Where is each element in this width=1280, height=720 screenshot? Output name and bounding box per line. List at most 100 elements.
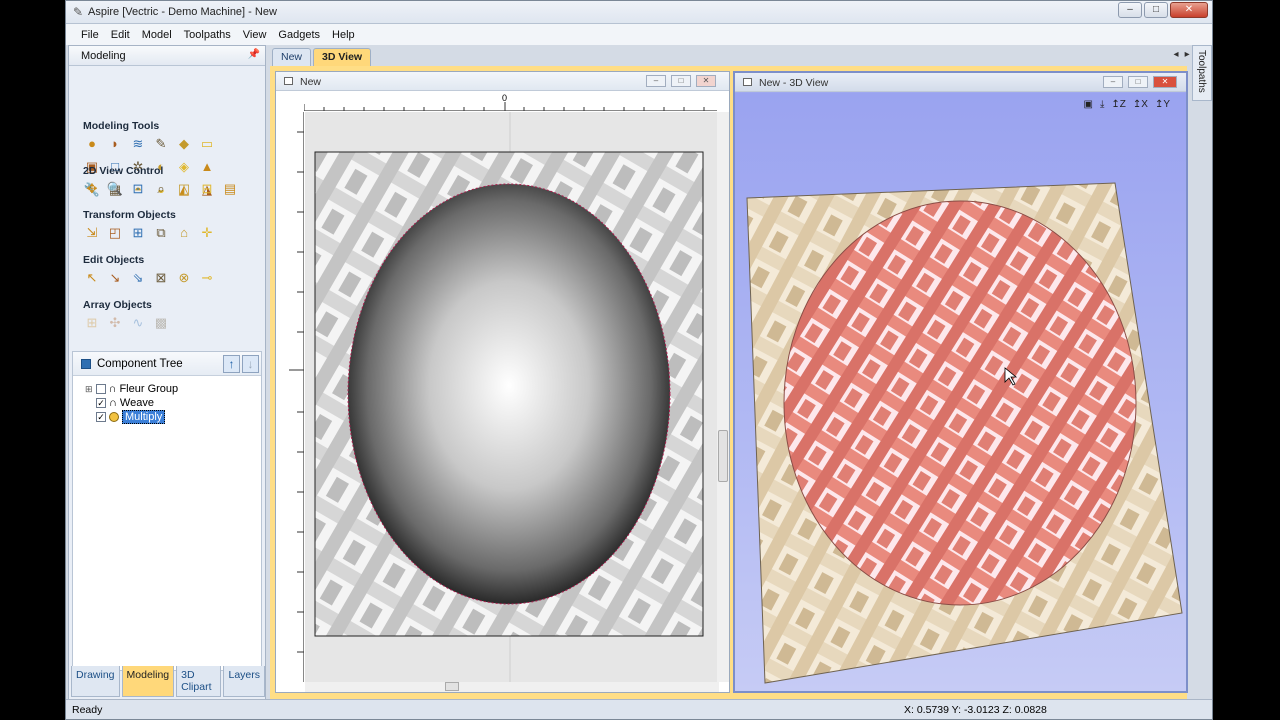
bell-shape-icon[interactable]: ▲ — [198, 157, 216, 175]
tool-row: ⊞ ✣ ∿ ▩ — [83, 313, 170, 331]
oval-weave-component[interactable] — [783, 200, 1137, 606]
view-minimize-button[interactable]: – — [646, 75, 666, 87]
visibility-checkbox[interactable]: ✓ — [96, 398, 106, 408]
node-icon[interactable]: ⌂ — [175, 223, 193, 241]
view-3d-header: New - 3D View – □ ✕ — [735, 73, 1186, 92]
window-icon[interactable]: ▤ — [221, 179, 239, 197]
tree-item-multiply[interactable]: ✓ Multiply — [96, 410, 166, 424]
view-minimize-button[interactable]: – — [1103, 76, 1123, 88]
group-icon[interactable]: ⊠ — [152, 268, 170, 286]
window-title: Aspire [Vectric - Demo Machine] - New — [88, 6, 277, 18]
menu-help[interactable]: Help — [326, 29, 361, 41]
view-close-button[interactable]: ✕ — [1153, 76, 1177, 88]
node-edit-icon[interactable]: ↘ — [106, 268, 124, 286]
pin-icon[interactable]: 📌 — [248, 49, 260, 60]
visibility-checkbox[interactable] — [95, 384, 106, 394]
measure-icon[interactable]: ⊸ — [198, 268, 216, 286]
status-text: Ready — [72, 704, 103, 716]
menu-toolpaths[interactable]: Toolpaths — [178, 29, 237, 41]
view-2d-window: New – □ ✕ 0 — [275, 71, 730, 693]
select-icon[interactable]: ↖ — [83, 268, 101, 286]
panel-title: Modeling — [81, 50, 126, 62]
size-icon[interactable]: ◰ — [106, 223, 124, 241]
status-bar: Ready X: 0.5739 Y: -3.0123 Z: 0.0828 — [66, 699, 1212, 719]
view-restore-button[interactable]: □ — [1128, 76, 1148, 88]
title-bar[interactable]: ✎ Aspire [Vectric - Demo Machine] - New … — [66, 1, 1212, 24]
maximize-button[interactable]: □ — [1144, 2, 1168, 18]
work-area: New – □ ✕ 0 New - 3D View – □ ✕ ▣ ⤓ ↥Z ↥… — [270, 66, 1188, 700]
menu-gadgets[interactable]: Gadgets — [272, 29, 326, 41]
mirror-icon[interactable]: ⧉ — [152, 223, 170, 241]
component-tree: Component Tree ↑ ↓ ⊞ ∩ Fleur Group ✓ ∩ W… — [72, 351, 262, 671]
split-v-icon[interactable]: ⊟ — [198, 179, 216, 197]
view-restore-button[interactable]: □ — [671, 75, 691, 87]
ruler-horizontal: 0 — [303, 92, 717, 111]
circular-array-icon[interactable]: ✣ — [106, 313, 124, 331]
ruler-zero-label: 0 — [502, 93, 507, 103]
document-tabs: New 3D View — [272, 48, 372, 66]
visibility-checkbox[interactable]: ✓ — [96, 412, 106, 422]
horizontal-scrollbar[interactable] — [305, 682, 719, 692]
close-button[interactable]: ✕ — [1170, 2, 1208, 18]
extrude-icon[interactable]: ● — [83, 134, 101, 152]
tree-item-label: Weave — [119, 397, 154, 409]
sweep-icon[interactable]: ◗ — [106, 134, 124, 152]
tab-new[interactable]: New — [272, 48, 312, 66]
tab-modeling[interactable]: Modeling — [121, 666, 175, 697]
tab-layers[interactable]: Layers — [223, 666, 265, 697]
panel-tabs: Drawing Modeling 3D Clipart Layers — [71, 666, 265, 697]
ruler-ticks: 0 — [303, 93, 705, 111]
grid-array-icon[interactable]: ⊞ — [83, 313, 101, 331]
window-icon — [284, 77, 293, 85]
tree-item-label: Multiply — [122, 410, 166, 424]
align-icon[interactable]: ⊞ — [129, 223, 147, 241]
toolpaths-side-tab[interactable]: Toolpaths — [1192, 45, 1212, 101]
pan-icon[interactable]: ✥ — [83, 179, 101, 197]
view-3d-canvas[interactable]: ▣ ⤓ ↥Z ↥X ↥Y — [735, 93, 1186, 691]
tool-row: ✥ 🔍 ⊡ ⌕ ◫ ⊟ ▤ — [83, 179, 239, 197]
oval-dome-component[interactable] — [347, 183, 671, 605]
ungroup-icon[interactable]: ⊗ — [175, 268, 193, 286]
tab-next-icon[interactable]: ▸ — [1185, 49, 1190, 60]
menu-view[interactable]: View — [237, 29, 273, 41]
move-up-button[interactable]: ↑ — [223, 355, 240, 373]
vertical-scrollbar[interactable] — [717, 112, 729, 682]
section-title: Modeling Tools — [83, 120, 160, 132]
section-title: Transform Objects — [83, 209, 176, 221]
zoom-to-fit-icon[interactable]: ⊡ — [129, 179, 147, 197]
move-icon[interactable]: ⇲ — [83, 223, 101, 241]
import-component-icon[interactable]: ▭ — [198, 134, 216, 152]
zoom-icon[interactable]: 🔍 — [106, 179, 124, 197]
rotate-icon[interactable]: ✛ — [198, 223, 216, 241]
zoom-box-icon[interactable]: ⌕ — [152, 179, 170, 197]
component-tree-header: Component Tree ↑ ↓ — [73, 352, 261, 376]
tab-3d-clipart[interactable]: 3D Clipart — [176, 666, 222, 697]
component-tree-title: Component Tree — [97, 358, 183, 370]
tab-drawing[interactable]: Drawing — [71, 666, 120, 697]
tab-prev-icon[interactable]: ◂ — [1174, 49, 1179, 60]
path-copy-icon[interactable]: ∿ — [129, 313, 147, 331]
expand-icon[interactable]: ⊞ — [85, 384, 93, 395]
sculpt-icon[interactable]: ✎ — [152, 134, 170, 152]
view-2d-title: New — [300, 76, 322, 88]
modeling-panel: Modeling 📌 Modeling Tools ● ◗ ≋ ✎ ◆ ▭ ▣ □ ✲ ◐ ◈ ▲ 🔧 ▦ ◓… — [68, 45, 266, 700]
model-preview-3d[interactable] — [735, 93, 1186, 691]
canvas-2d[interactable] — [305, 112, 719, 682]
tree-item-weave[interactable]: ✓ ∩ Weave — [96, 396, 154, 410]
tab-3d-view[interactable]: 3D View — [313, 48, 372, 66]
weave-component-icon: ∩ — [109, 397, 117, 409]
split-h-icon[interactable]: ◫ — [175, 179, 193, 197]
minimize-button[interactable]: – — [1118, 2, 1142, 18]
nest-icon[interactable]: ▩ — [152, 313, 170, 331]
create-shape-icon[interactable]: ◆ — [175, 134, 193, 152]
menu-model[interactable]: Model — [136, 29, 178, 41]
view-close-button[interactable]: ✕ — [696, 75, 716, 87]
model-preview-2d[interactable] — [305, 112, 719, 682]
interactive-select-icon[interactable]: ⇘ — [129, 268, 147, 286]
two-rail-icon[interactable]: ≋ — [129, 134, 147, 152]
tree-item-fleur-group[interactable]: ⊞ ∩ Fleur Group — [85, 382, 178, 396]
move-down-button[interactable]: ↓ — [242, 355, 259, 373]
distort-icon[interactable]: ◈ — [175, 157, 193, 175]
menu-edit[interactable]: Edit — [105, 29, 136, 41]
menu-file[interactable]: File — [75, 29, 105, 41]
